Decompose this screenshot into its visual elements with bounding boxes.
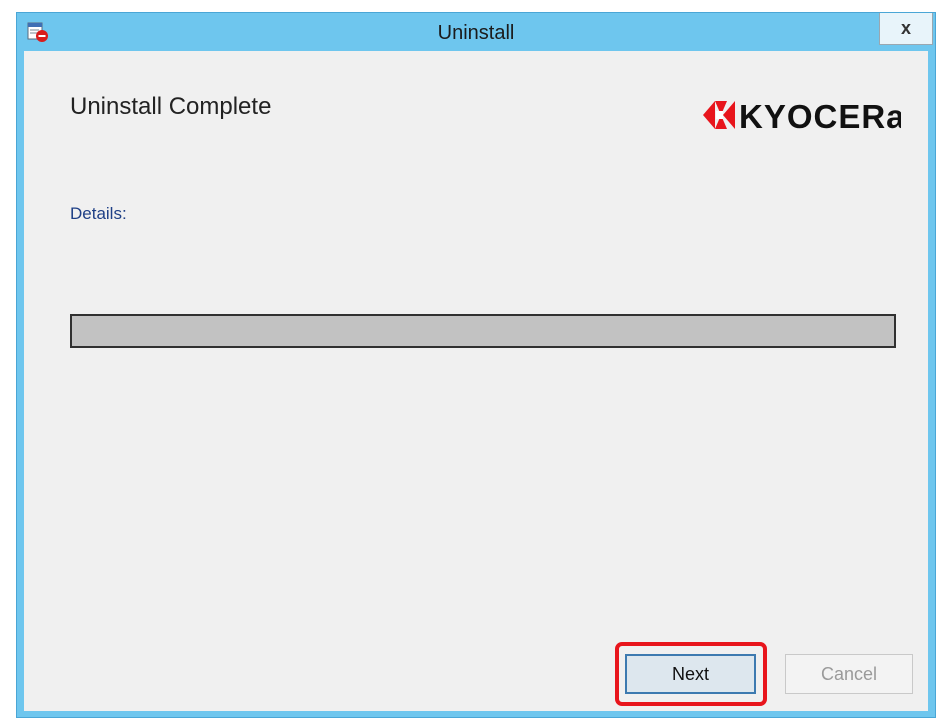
close-button[interactable]: x xyxy=(879,13,933,45)
cancel-button[interactable]: Cancel xyxy=(785,654,913,694)
close-icon: x xyxy=(900,18,911,38)
page-heading: Uninstall Complete xyxy=(70,93,272,120)
kyocera-logo: KYOCERa xyxy=(701,95,905,135)
title-bar[interactable]: Uninstall x xyxy=(17,13,935,51)
progress-fill xyxy=(72,316,894,346)
progress-bar xyxy=(70,314,896,348)
logo-text: KYOCERa xyxy=(739,98,901,135)
window-title: Uninstall xyxy=(437,22,515,44)
uninstall-window: Uninstall x Uninstall Complete KYOCERa D… xyxy=(16,12,936,718)
dialog-content: Uninstall Complete KYOCERa Details: Next… xyxy=(24,51,928,711)
next-button[interactable]: Next xyxy=(625,654,756,694)
kyocera-logo-mark xyxy=(703,101,735,129)
details-label: Details: xyxy=(70,204,127,223)
